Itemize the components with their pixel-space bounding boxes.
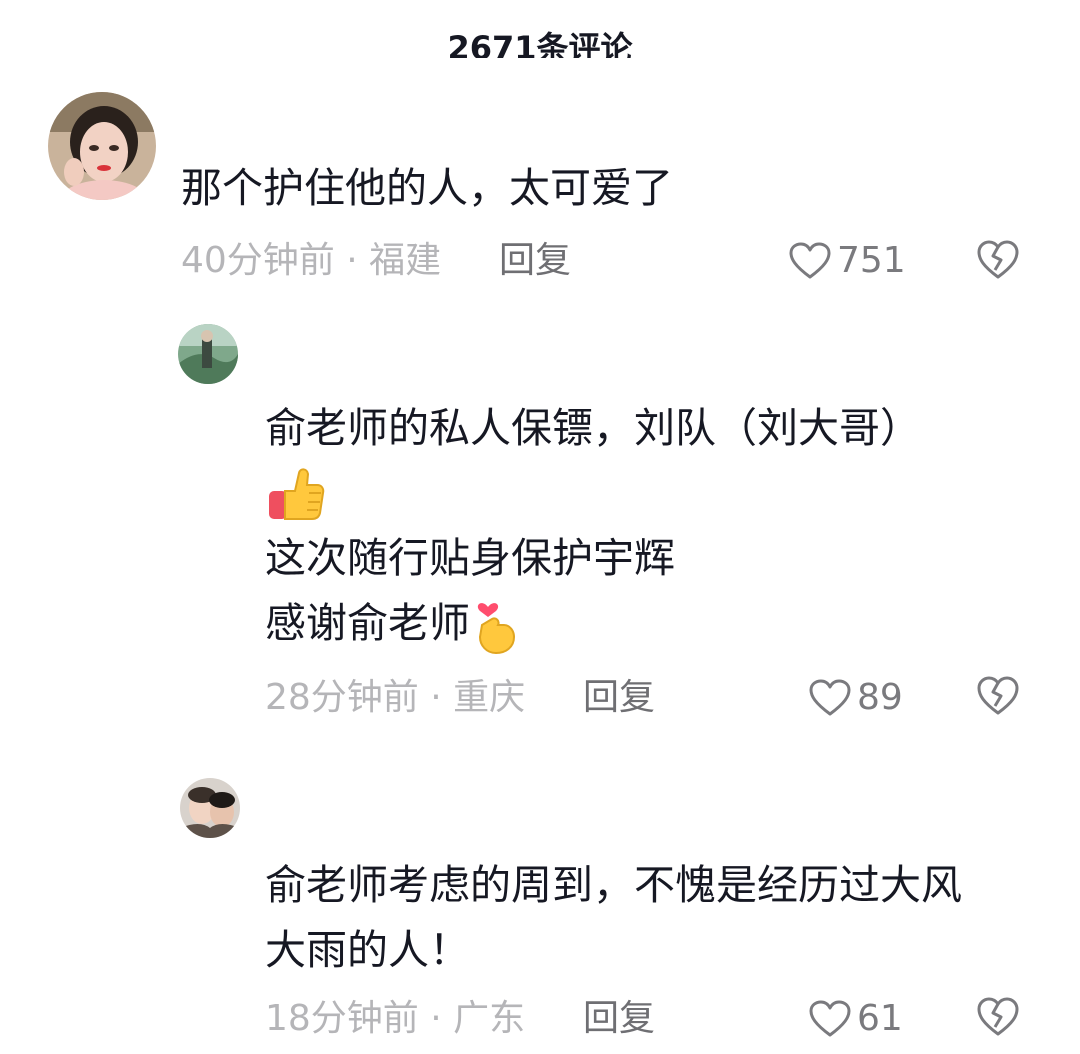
comment-time: 28分钟前 <box>265 677 419 718</box>
avatar[interactable] <box>178 324 238 384</box>
comment-meta: 40分钟前 · 福建 <box>181 239 441 283</box>
broken-heart-icon <box>977 240 1019 279</box>
comment-text-line: 这次随行贴身保护宇辉 <box>265 534 675 582</box>
avatar-image <box>180 778 240 838</box>
avatar[interactable] <box>180 778 240 838</box>
meta-separator: · <box>334 240 370 281</box>
reply-button[interactable]: 回复 <box>499 239 571 283</box>
comment-text-segment: 感谢俞老师 <box>265 599 470 647</box>
heart-outline-icon <box>809 679 851 716</box>
like-button[interactable]: 751 <box>789 239 906 283</box>
avatar[interactable] <box>48 92 156 200</box>
comment-location: 福建 <box>369 240 442 281</box>
comments-header: 2671条评论 <box>0 0 1080 58</box>
dislike-button[interactable] <box>977 997 1019 1041</box>
comment-time: 18分钟前 <box>265 998 419 1039</box>
broken-heart-icon <box>977 997 1019 1036</box>
comment-location: 重庆 <box>453 677 526 718</box>
dislike-button[interactable] <box>977 240 1019 284</box>
comment-text: 那个护住他的人，太可爱了 <box>181 156 673 221</box>
finger-heart-emoji <box>477 603 516 655</box>
dislike-button[interactable] <box>977 676 1019 720</box>
like-button[interactable]: 61 <box>809 997 903 1041</box>
comment-count-title: 2671条评论 <box>447 29 633 58</box>
avatar-image <box>48 92 156 200</box>
meta-separator: · <box>418 998 454 1039</box>
comment-text: 俞老师考虑的周到，不愧是经历过大风 大雨的人！ <box>265 853 962 983</box>
meta-separator: · <box>418 677 454 718</box>
heart-outline-icon <box>809 1000 851 1037</box>
comment-meta: 28分钟前 · 重庆 <box>265 676 525 720</box>
like-count: 61 <box>857 998 903 1039</box>
avatar-image <box>178 324 238 384</box>
comment-text-line <box>265 461 921 526</box>
like-count: 89 <box>857 677 903 718</box>
comment-text: 俞老师的私人保镖，刘队（刘大哥） 这次随行贴身保护宇辉 感谢俞老师 <box>265 396 921 657</box>
broken-heart-icon <box>977 676 1019 715</box>
comment-text-line: 俞老师的私人保镖，刘队（刘大哥） <box>265 404 921 452</box>
reply-button[interactable]: 回复 <box>583 997 655 1041</box>
comment-location: 广东 <box>453 998 526 1039</box>
comment-text-line: 俞老师考虑的周到，不愧是经历过大风 <box>265 861 962 909</box>
thumbs-up-emoji <box>269 467 325 520</box>
comment-time: 40分钟前 <box>181 240 335 281</box>
comment-meta: 18分钟前 · 广东 <box>265 997 525 1041</box>
like-button[interactable]: 89 <box>809 676 903 720</box>
like-count: 751 <box>837 240 906 281</box>
comment-text-line: 那个护住他的人，太可爱了 <box>181 164 673 212</box>
reply-button[interactable]: 回复 <box>583 676 655 720</box>
comment-text-line: 大雨的人！ <box>265 926 470 974</box>
comment-text-line: 感谢俞老师 <box>265 591 921 657</box>
heart-outline-icon <box>789 242 831 279</box>
